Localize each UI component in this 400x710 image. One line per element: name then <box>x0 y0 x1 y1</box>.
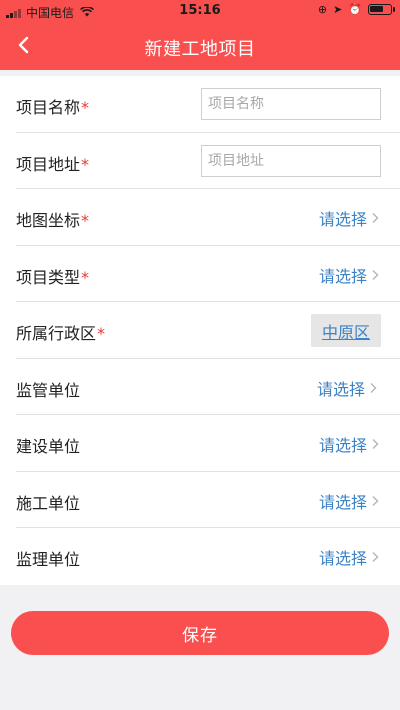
project-name-label: 项目名称* <box>16 98 90 117</box>
district-row: 所属行政区* 中原区 <box>16 302 400 359</box>
district-label: 所属行政区* <box>16 324 106 343</box>
chevron-right-icon <box>372 269 379 280</box>
project-type-label: 项目类型* <box>16 267 90 287</box>
supervising-unit-row[interactable]: 监管单位 请选择 <box>16 359 400 415</box>
project-name-input[interactable] <box>201 88 381 120</box>
status-bar: 中国电信 15:16 ⊕ ➤ ⏰ <box>0 0 400 22</box>
supervising-unit-select[interactable]: 请选择 <box>317 376 377 400</box>
building-unit-select[interactable]: 请选择 <box>319 489 379 513</box>
map-coordinates-row[interactable]: 地图坐标* 请选择 <box>16 189 400 246</box>
chevron-right-icon <box>372 439 379 449</box>
supervision-unit-label: 监理单位 <box>16 550 81 569</box>
building-unit-row[interactable]: 施工单位 请选择 <box>16 472 400 528</box>
chevron-right-icon <box>372 552 379 562</box>
project-address-label: 项目地址* <box>16 154 90 174</box>
chevron-right-icon <box>372 495 379 506</box>
district-select[interactable]: 中原区 <box>311 314 381 347</box>
battery-icon <box>368 4 395 15</box>
supervising-unit-label: 监管单位 <box>16 380 81 400</box>
map-coordinates-select[interactable]: 请选择 <box>319 206 379 230</box>
project-address-input[interactable] <box>201 144 381 177</box>
orientation-lock-icon: ⊕ <box>317 3 328 16</box>
construction-unit-select[interactable]: 请选择 <box>319 432 379 456</box>
status-icons: ⊕ ➤ ⏰ <box>317 3 395 16</box>
save-button[interactable]: 保存 <box>11 611 389 655</box>
chevron-right-icon <box>372 213 379 223</box>
supervision-unit-row[interactable]: 监理单位 请选择 <box>16 528 400 585</box>
project-type-row[interactable]: 项目类型* 请选择 <box>16 246 400 302</box>
chevron-right-icon <box>370 382 377 393</box>
project-address-row: 项目地址* <box>16 133 400 189</box>
nav-bar: 新建工地项目 <box>0 22 400 70</box>
project-type-select[interactable]: 请选择 <box>319 263 379 287</box>
building-unit-label: 施工单位 <box>16 493 81 513</box>
project-form: 项目名称* 项目地址* 地图坐标* 请选择 项目类型* 请选择 所属行政区* 中… <box>0 76 400 585</box>
page-title: 新建工地项目 <box>144 39 256 60</box>
map-coordinates-label: 地图坐标* <box>16 211 90 230</box>
supervision-unit-select[interactable]: 请选择 <box>319 545 379 569</box>
alarm-icon: ⏰ <box>348 3 362 16</box>
location-icon: ➤ <box>333 3 343 16</box>
construction-unit-row[interactable]: 建设单位 请选择 <box>16 415 400 472</box>
project-name-row: 项目名称* <box>16 76 400 133</box>
construction-unit-label: 建设单位 <box>16 437 81 456</box>
